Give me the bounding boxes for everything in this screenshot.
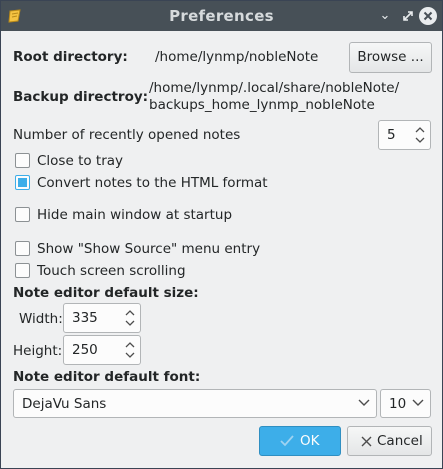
ok-button[interactable]: OK [259,426,341,456]
root-directory-label: Root directory: [13,49,128,65]
close-icon[interactable] [418,6,437,25]
checkmark-icon [280,435,294,447]
height-value: 250 [72,342,98,358]
convert-html-label: Convert notes to the HTML format [37,175,268,191]
keep-above-icon[interactable]: ⌄ [376,7,394,25]
show-source-label: Show "Show Source" menu entry [37,241,261,257]
spin-arrows-icon[interactable] [124,306,136,330]
chevron-down-icon [358,399,370,406]
default-size-heading: Note editor default size: [13,285,199,301]
recent-notes-label: Number of recently opened notes [13,127,241,143]
height-spinbox[interactable]: 250 [63,335,141,365]
show-source-checkbox[interactable] [15,241,30,256]
cancel-button[interactable]: Cancel [347,426,432,456]
chevron-down-icon [412,399,424,406]
backup-directory-line2: backups_home_lynmp_nobleNote [149,97,375,113]
default-font-heading: Note editor default font: [13,369,201,385]
hide-main-window-label: Hide main window at startup [37,207,233,223]
hide-main-window-checkbox[interactable] [15,207,30,222]
touch-scrolling-label: Touch screen scrolling [37,263,186,279]
close-to-tray-label: Close to tray [37,153,124,169]
font-size-value: 10 [389,396,407,412]
spin-arrows-icon[interactable] [414,123,426,147]
title-bar: Preferences ⌄ [1,1,442,31]
maximize-icon[interactable] [399,7,417,25]
height-label: Height: [13,343,63,359]
convert-html-checkbox[interactable] [15,175,30,190]
width-label: Width: [19,311,63,327]
recent-notes-spinbox[interactable]: 5 [378,120,431,150]
width-value: 335 [72,310,98,326]
preferences-dialog: Preferences ⌄ Root directory: /home/lynm… [0,0,443,469]
width-spinbox[interactable]: 335 [63,303,141,333]
ok-label: OK [300,433,320,449]
browse-button[interactable]: Browse ... [349,42,432,73]
backup-directory-line1: /home/lynmp/.local/share/nobleNote/ [149,80,400,96]
cancel-icon [361,436,372,447]
font-family-combobox[interactable]: DejaVu Sans [13,389,377,418]
touch-scrolling-checkbox[interactable] [15,263,30,278]
root-directory-value: /home/lynmp/nobleNote [155,49,319,65]
font-family-value: DejaVu Sans [22,396,107,412]
cancel-label: Cancel [377,433,423,449]
recent-notes-value: 5 [387,127,396,143]
close-to-tray-checkbox[interactable] [15,153,30,168]
font-size-combobox[interactable]: 10 [380,389,431,418]
backup-directory-value: /home/lynmp/.local/share/nobleNote/ back… [149,80,399,114]
spin-arrows-icon[interactable] [124,338,136,362]
backup-directory-label: Backup directroy: [13,89,149,105]
